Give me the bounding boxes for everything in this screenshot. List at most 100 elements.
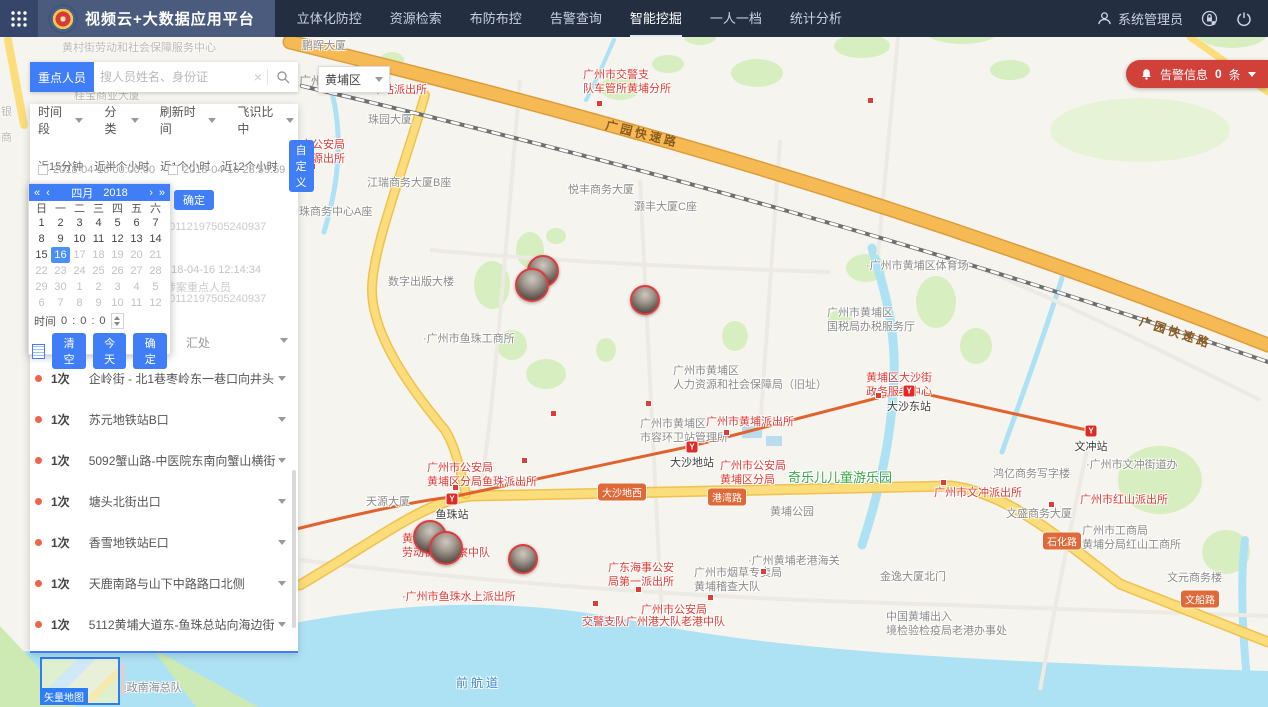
calendar-day-cell[interactable]: 9 xyxy=(51,231,70,247)
security-lock-icon[interactable] xyxy=(1201,10,1218,27)
calendar-day-cell[interactable]: 17 xyxy=(70,247,89,263)
search-input[interactable] xyxy=(94,70,249,84)
nav-item[interactable]: 资源检索 xyxy=(390,0,442,35)
calendar-day-cell[interactable]: 12 xyxy=(108,231,127,247)
chevron-down-icon[interactable] xyxy=(278,581,286,586)
list-item[interactable]: 1次苏元地铁站B口 xyxy=(30,399,298,440)
calendar-last-button[interactable]: » xyxy=(159,187,165,199)
nav-item[interactable]: 立体化防控 xyxy=(297,0,362,35)
date-start-field[interactable]: 2018-04-16 00:00:00 xyxy=(38,164,155,176)
calendar-day-cell[interactable]: 2 xyxy=(89,279,108,295)
filter-dropdown[interactable]: 分类 xyxy=(104,103,138,137)
chevron-down-icon[interactable] xyxy=(278,540,286,545)
nav-item[interactable]: 告警查询 xyxy=(550,0,602,35)
calendar-day-cell[interactable]: 11 xyxy=(127,295,146,311)
filter-dropdown[interactable]: 飞识比中 xyxy=(237,103,294,137)
chevron-down-icon[interactable] xyxy=(278,458,286,463)
filter-dropdown[interactable]: 刷新时间 xyxy=(160,103,217,137)
nav-item[interactable]: 智能挖掘 xyxy=(630,0,682,37)
calendar-day-cell[interactable]: 3 xyxy=(108,279,127,295)
calendar-day-cell[interactable]: 2 xyxy=(51,215,70,231)
time-hours[interactable]: 0 xyxy=(61,315,67,327)
minimap-mode-label[interactable]: 矢量地图 xyxy=(40,688,88,705)
nav-item[interactable]: 统计分析 xyxy=(790,0,842,35)
date-end-field[interactable]: 2018-04-16 23:59:59 xyxy=(168,164,285,176)
person-photo-marker[interactable] xyxy=(630,285,660,315)
calendar-day-cell[interactable]: 3 xyxy=(70,215,89,231)
today-button[interactable]: 今天 xyxy=(93,333,127,369)
calendar-day-cell[interactable]: 11 xyxy=(89,231,108,247)
clear-button[interactable]: 清空 xyxy=(52,333,86,369)
chevron-down-icon[interactable] xyxy=(280,338,288,343)
confirm-button[interactable]: 确定 xyxy=(133,333,167,369)
apps-grid-icon[interactable] xyxy=(0,0,38,37)
calendar-day-cell[interactable]: 26 xyxy=(108,263,127,279)
list-item[interactable]: 1次5112黄埔大道东-鱼珠总站向海边街（全） xyxy=(30,604,298,645)
calendar-day-cell[interactable]: 7 xyxy=(146,215,165,231)
calendar-day-cell[interactable]: 21 xyxy=(146,247,165,263)
calendar-day-cell[interactable]: 29 xyxy=(32,279,51,295)
calendar-day-cell[interactable]: 5 xyxy=(108,215,127,231)
calendar-month[interactable]: 四月 xyxy=(71,185,93,201)
list-item[interactable]: 1次香雪地铁站E口 xyxy=(30,522,298,563)
person-photo-marker[interactable] xyxy=(429,531,463,565)
calendar-day-cell[interactable]: 10 xyxy=(108,295,127,311)
calendar-day-cell[interactable]: 9 xyxy=(89,295,108,311)
calendar-day-cell[interactable]: 25 xyxy=(89,263,108,279)
chevron-down-icon[interactable] xyxy=(278,622,286,627)
calendar-day-cell[interactable]: 16 xyxy=(51,247,70,263)
list-item[interactable]: 1次塘头北街出口 xyxy=(30,481,298,522)
calendar-day-cell[interactable]: 12 xyxy=(146,295,165,311)
chevron-down-icon[interactable] xyxy=(278,417,286,422)
calendar-day-cell[interactable]: 8 xyxy=(32,231,51,247)
calendar-day-cell[interactable]: 15 xyxy=(32,247,51,263)
nav-item[interactable]: 布防布控 xyxy=(470,0,522,35)
person-photo-marker[interactable] xyxy=(508,544,538,574)
user-menu[interactable]: 系统管理员 xyxy=(1097,9,1183,28)
calendar-day-cell[interactable]: 1 xyxy=(70,279,89,295)
calendar-next-button[interactable]: › xyxy=(149,187,153,199)
calendar-grid-icon[interactable] xyxy=(32,344,45,359)
calendar-day-cell[interactable]: 22 xyxy=(32,263,51,279)
calendar-day-cell[interactable]: 6 xyxy=(127,215,146,231)
calendar-day-cell[interactable]: 4 xyxy=(89,215,108,231)
calendar-day-cell[interactable]: 18 xyxy=(89,247,108,263)
calendar-day-cell[interactable]: 13 xyxy=(127,231,146,247)
list-item[interactable]: 1次5092蟹山路-中医院东南向蟹山横街 xyxy=(30,440,298,481)
calendar-day-cell[interactable]: 30 xyxy=(51,279,70,295)
district-selector[interactable]: 黄埔区 xyxy=(318,66,390,93)
time-seconds[interactable]: 0 xyxy=(99,315,105,327)
panel-scrollbar[interactable] xyxy=(292,470,296,628)
calendar-day-cell[interactable]: 14 xyxy=(146,231,165,247)
calendar-day-cell[interactable]: 4 xyxy=(127,279,146,295)
custom-time-button[interactable]: 自定义 xyxy=(289,140,314,192)
calendar-year[interactable]: 2018 xyxy=(103,187,127,199)
power-icon[interactable] xyxy=(1236,11,1252,27)
list-item[interactable]: 1次天鹿南路与山下中路路口北侧 xyxy=(30,563,298,604)
calendar-day-cell[interactable]: 27 xyxy=(127,263,146,279)
calendar-day-cell[interactable]: 20 xyxy=(127,247,146,263)
minimap[interactable]: 矢量地图 xyxy=(40,657,120,705)
calendar-day-cell[interactable]: 10 xyxy=(70,231,89,247)
calendar-day-cell[interactable]: 6 xyxy=(32,295,51,311)
calendar-day-cell[interactable]: 23 xyxy=(51,263,70,279)
calendar-day-cell[interactable]: 8 xyxy=(70,295,89,311)
calendar-day-cell[interactable]: 5 xyxy=(146,279,165,295)
nav-item[interactable]: 一人一档 xyxy=(710,0,762,35)
filter-dropdown[interactable]: 时间段 xyxy=(38,103,83,137)
calendar-day-cell[interactable]: 1 xyxy=(32,215,51,231)
chevron-down-icon[interactable] xyxy=(278,376,286,381)
person-photo-marker[interactable] xyxy=(515,268,549,302)
calendar-day-cell[interactable]: 19 xyxy=(108,247,127,263)
calendar-day-cell[interactable]: 7 xyxy=(51,295,70,311)
confirm-top-button[interactable]: 确定 xyxy=(174,190,214,210)
calendar-prev-button[interactable]: ‹ xyxy=(46,187,50,199)
time-spinner[interactable] xyxy=(111,313,124,329)
calendar-day-cell[interactable]: 28 xyxy=(146,263,165,279)
chevron-down-icon[interactable] xyxy=(278,499,286,504)
tab-key-person[interactable]: 重点人员 xyxy=(30,62,94,92)
clear-icon[interactable]: × xyxy=(249,69,267,85)
calendar-first-button[interactable]: « xyxy=(34,187,40,199)
calendar-day-cell[interactable]: 24 xyxy=(70,263,89,279)
search-icon[interactable] xyxy=(268,70,298,84)
